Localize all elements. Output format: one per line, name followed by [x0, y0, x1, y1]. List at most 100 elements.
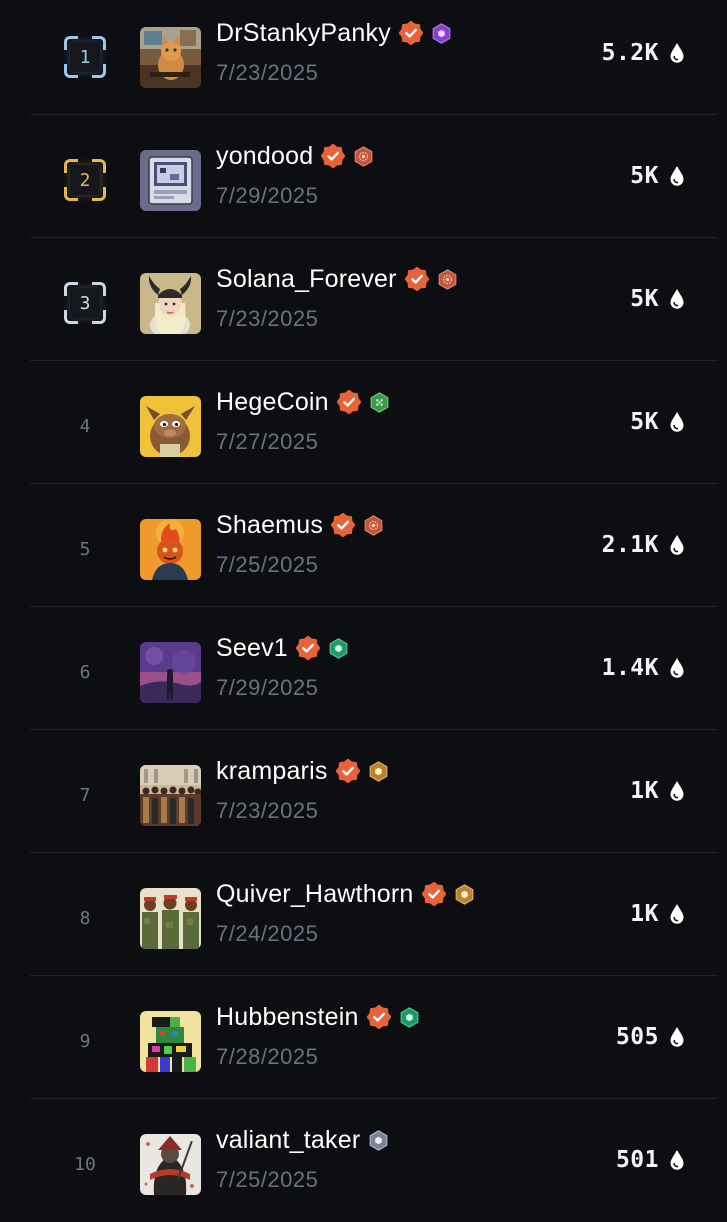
- leaderboard-row[interactable]: 8 Quiver_Hawthorn 7/24/2025 1K: [0, 853, 727, 976]
- username[interactable]: HegeCoin: [216, 388, 329, 417]
- leaderboard-row[interactable]: 4 HegeCoin 7/27/2025 5K: [0, 361, 727, 484]
- join-date: 7/23/2025: [216, 798, 319, 823]
- droplet-icon: [669, 288, 685, 310]
- score: 501: [616, 1147, 685, 1173]
- score: 2.1K: [602, 532, 685, 558]
- tier-hexagon-icon: [368, 760, 389, 782]
- droplet-icon: [669, 165, 685, 187]
- droplet-icon: [669, 1149, 685, 1171]
- score: 5K: [630, 286, 685, 312]
- rank-badge: 7: [56, 766, 114, 824]
- verified-badge-icon: [398, 21, 423, 45]
- join-date: 7/23/2025: [216, 306, 319, 331]
- verified-badge-icon: [331, 513, 356, 537]
- droplet-icon: [669, 903, 685, 925]
- username[interactable]: valiant_taker: [216, 1126, 360, 1155]
- tier-hexagon-icon: [353, 145, 374, 167]
- join-date: 7/25/2025: [216, 552, 319, 577]
- score: 1K: [630, 901, 685, 927]
- username[interactable]: Seev1: [216, 634, 288, 663]
- rank-badge: 9: [56, 1012, 114, 1070]
- droplet-icon: [669, 780, 685, 802]
- rank-number: 1: [79, 46, 91, 68]
- join-date: 7/23/2025: [216, 60, 319, 85]
- verified-badge-icon: [366, 1005, 391, 1029]
- rank-badge: 4: [56, 397, 114, 455]
- droplet-icon: [669, 1026, 685, 1048]
- leaderboard-row[interactable]: 5 Shaemus 7/25/2025 2.1K: [0, 484, 727, 607]
- user-name-line: Shaemus: [216, 510, 384, 540]
- rank-badge: 2: [56, 151, 114, 209]
- username[interactable]: DrStankyPanky: [216, 19, 391, 48]
- droplet-icon: [669, 411, 685, 433]
- leaderboard-row[interactable]: 3 Solana_Forever 7/23/2025 5K: [0, 238, 727, 361]
- rank-number: 7: [79, 784, 91, 806]
- join-date: 7/24/2025: [216, 921, 319, 946]
- user-name-line: HegeCoin: [216, 387, 390, 417]
- score: 5K: [630, 163, 685, 189]
- droplet-icon: [669, 534, 685, 556]
- verified-badge-icon: [335, 759, 360, 783]
- username[interactable]: yondood: [216, 142, 313, 171]
- score-value: 5K: [630, 409, 659, 435]
- score-value: 1K: [630, 778, 659, 804]
- join-date: 7/28/2025: [216, 1044, 319, 1069]
- tier-hexagon-icon: [431, 22, 452, 44]
- leaderboard-row[interactable]: 7 kramparis 7/23/2025 1K: [0, 730, 727, 853]
- leaderboard-row[interactable]: 6 Seev1 7/29/2025 1.4K: [0, 607, 727, 730]
- score: 1.4K: [602, 655, 685, 681]
- avatar[interactable]: [140, 1011, 201, 1072]
- leaderboard-row[interactable]: 1 DrStankyPanky 7/23/2025 5.2K: [0, 0, 727, 115]
- leaderboard-row[interactable]: 10 valiant_taker 7/25/2025 501: [0, 1099, 727, 1222]
- rank-badge: 8: [56, 889, 114, 947]
- avatar[interactable]: [140, 396, 201, 457]
- tier-hexagon-icon: [369, 391, 390, 413]
- rank-badge: 5: [56, 520, 114, 578]
- score-value: 2.1K: [601, 532, 659, 558]
- rank-number: 8: [79, 907, 91, 929]
- rank-number: 6: [79, 661, 91, 683]
- tier-hexagon-icon: [363, 514, 384, 536]
- score-value: 5.2K: [601, 40, 659, 66]
- username[interactable]: Solana_Forever: [216, 265, 397, 294]
- verified-badge-icon: [295, 636, 320, 660]
- avatar[interactable]: [140, 765, 201, 826]
- user-name-line: Quiver_Hawthorn: [216, 879, 475, 909]
- avatar[interactable]: [140, 27, 201, 88]
- score-value: 501: [615, 1147, 659, 1173]
- avatar[interactable]: [140, 1134, 201, 1195]
- tier-hexagon-icon: [399, 1006, 420, 1028]
- verified-badge-icon: [321, 144, 346, 168]
- user-name-line: Solana_Forever: [216, 264, 458, 294]
- join-date: 7/29/2025: [216, 675, 319, 700]
- rank-number: 3: [79, 292, 91, 314]
- rank-number: 10: [74, 1153, 96, 1175]
- join-date: 7/29/2025: [216, 183, 319, 208]
- tier-hexagon-icon: [437, 268, 458, 290]
- username[interactable]: Hubbenstein: [216, 1003, 359, 1032]
- username[interactable]: Quiver_Hawthorn: [216, 880, 414, 909]
- leaderboard-list: 1 DrStankyPanky 7/23/2025 5.2K 2 yondood: [0, 0, 727, 1222]
- verified-badge-icon: [421, 882, 446, 906]
- rank-number: 9: [79, 1030, 91, 1052]
- avatar[interactable]: [140, 273, 201, 334]
- score-value: 505: [615, 1024, 659, 1050]
- verified-badge-icon: [404, 267, 429, 291]
- user-name-line: yondood: [216, 141, 374, 171]
- avatar[interactable]: [140, 642, 201, 703]
- tier-hexagon-icon: [454, 883, 475, 905]
- avatar[interactable]: [140, 888, 201, 949]
- rank-number: 2: [79, 169, 91, 191]
- rank-badge: 1: [56, 28, 114, 86]
- leaderboard-row[interactable]: 9 Hubbenstein 7/28/2025 505: [0, 976, 727, 1099]
- join-date: 7/27/2025: [216, 429, 319, 454]
- username[interactable]: Shaemus: [216, 511, 323, 540]
- avatar[interactable]: [140, 150, 201, 211]
- leaderboard-row[interactable]: 2 yondood 7/29/2025 5K: [0, 115, 727, 238]
- score: 5K: [630, 409, 685, 435]
- username[interactable]: kramparis: [216, 757, 328, 786]
- score-value: 1.4K: [601, 655, 659, 681]
- user-name-line: valiant_taker: [216, 1125, 389, 1155]
- avatar[interactable]: [140, 519, 201, 580]
- user-name-line: Hubbenstein: [216, 1002, 420, 1032]
